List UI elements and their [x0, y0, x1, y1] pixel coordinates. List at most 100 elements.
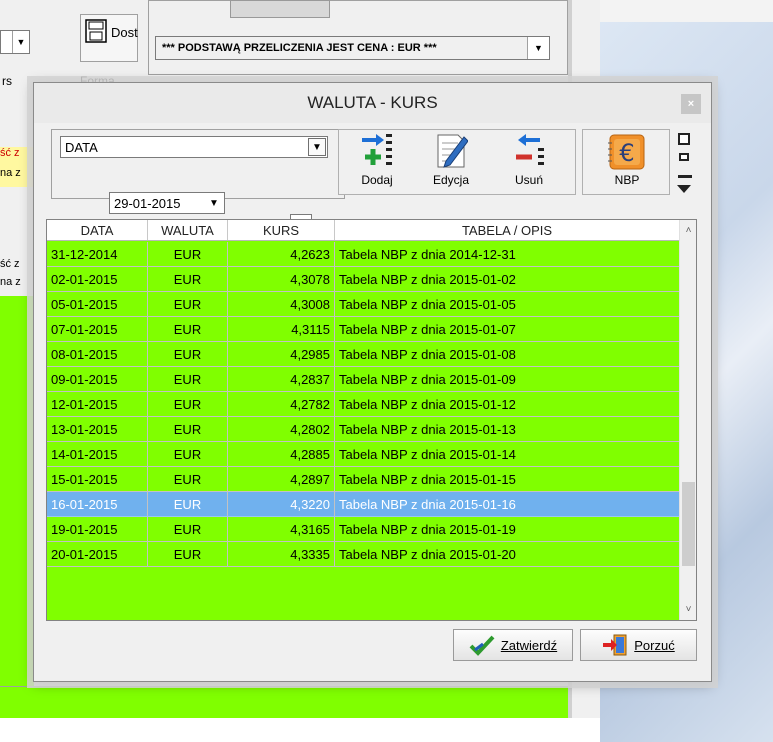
- cell-kurs: 4,3220: [228, 492, 335, 516]
- cell-kurs: 4,2782: [228, 392, 335, 416]
- currency-rate-dialog: WALUTA - KURS × DATA ▼ 29-01-2015 ▼ ▼: [33, 82, 712, 682]
- table-row[interactable]: 13-01-2015 EUR 4,2802 Tabela NBP z dnia 201…: [47, 417, 680, 442]
- cell-data: 20-01-2015: [47, 542, 148, 566]
- cell-opis: Tabela NBP z dnia 2015-01-19: [335, 517, 680, 541]
- price-basis-combo[interactable]: *** PODSTAWĄ PRZELICZENIA JEST CENA : EU…: [155, 36, 550, 60]
- cell-kurs: 4,3165: [228, 517, 335, 541]
- filter-field-combo[interactable]: DATA ▼: [60, 136, 328, 158]
- table-row[interactable]: 09-01-2015 EUR 4,2837 Tabela NBP z dnia 201…: [47, 367, 680, 392]
- price-basis-text: *** PODSTAWĄ PRZELICZENIA JEST CENA : EU…: [162, 42, 437, 54]
- cell-data: 08-01-2015: [47, 342, 148, 366]
- cell-waluta: EUR: [148, 242, 228, 266]
- edit-label: Edycja: [432, 173, 470, 187]
- table-row[interactable]: 15-01-2015 EUR 4,2897 Tabela NBP z dnia 201…: [47, 467, 680, 492]
- cell-opis: Tabela NBP z dnia 2015-01-02: [335, 267, 680, 291]
- divider: [0, 686, 568, 687]
- edit-button[interactable]: Edycja: [421, 130, 481, 192]
- rates-grid[interactable]: DATA WALUTA KURS TABELA / OPIS 31-12-201…: [46, 219, 697, 621]
- date-picker[interactable]: 29-01-2015 ▼: [109, 192, 225, 214]
- grid-scrollbar[interactable]: ˄ ˅: [679, 220, 696, 620]
- chevron-down-icon: ▼: [527, 37, 549, 59]
- cell-opis: Tabela NBP z dnia 2015-01-05: [335, 292, 680, 316]
- close-button[interactable]: ×: [681, 94, 701, 114]
- cell-opis: Tabela NBP z dnia 2015-01-14: [335, 442, 680, 466]
- dialog-title: WALUTA - KURS: [307, 93, 438, 112]
- cell-kurs: 4,2837: [228, 367, 335, 391]
- table-row[interactable]: 14-01-2015 EUR 4,2885 Tabela NBP z dnia 201…: [47, 442, 680, 467]
- grid-header: DATA WALUTA KURS TABELA / OPIS: [47, 220, 680, 241]
- filter-group: DATA ▼ 29-01-2015 ▼ ▼: [51, 129, 345, 236]
- cell-kurs: 4,2885: [228, 442, 335, 466]
- background-combo[interactable]: ▼: [0, 30, 30, 54]
- table-row[interactable]: 07-01-2015 EUR 4,3115 Tabela NBP z dnia 201…: [47, 317, 680, 342]
- table-row[interactable]: 05-01-2015 EUR 4,3008 Tabela NBP z dnia 201…: [47, 292, 680, 317]
- maximize-icon[interactable]: [678, 133, 690, 145]
- column-header[interactable]: DATA: [47, 220, 148, 240]
- cell-waluta: EUR: [148, 392, 228, 416]
- table-row[interactable]: 08-01-2015 EUR 4,2985 Tabela NBP z dnia 201…: [47, 342, 680, 367]
- table-row[interactable]: 02-01-2015 EUR 4,3078 Tabela NBP z dnia 201…: [47, 267, 680, 292]
- table-row[interactable]: 20-01-2015 EUR 4,3335 Tabela NBP z dnia 201…: [47, 542, 680, 567]
- cell-waluta: EUR: [148, 492, 228, 516]
- cell-data: 13-01-2015: [47, 417, 148, 441]
- cancel-label: Porzuć: [634, 637, 675, 653]
- date-value: 29-01-2015: [114, 195, 181, 211]
- cell-waluta: EUR: [148, 267, 228, 291]
- nbp-button[interactable]: € NBP: [595, 130, 659, 192]
- column-header[interactable]: KURS: [228, 220, 335, 240]
- nbp-label: NBP: [614, 173, 640, 187]
- chevron-down-icon: ▼: [308, 138, 326, 156]
- column-header[interactable]: WALUTA: [148, 220, 228, 240]
- cell-data: 16-01-2015: [47, 492, 148, 516]
- column-header[interactable]: TABELA / OPIS: [335, 220, 680, 240]
- cell-waluta: EUR: [148, 417, 228, 441]
- cell-data: 09-01-2015: [47, 367, 148, 391]
- action-toolbar: Dodaj Edycja Usuń: [338, 129, 576, 195]
- cell-opis: Tabela NBP z dnia 2015-01-20: [335, 542, 680, 566]
- table-row[interactable]: 16-01-2015 EUR 4,3220 Tabela NBP z dnia 201…: [47, 492, 680, 517]
- dost-button[interactable]: Dost: [80, 14, 138, 62]
- delete-button[interactable]: Usuń: [499, 130, 559, 192]
- cell-opis: Tabela NBP z dnia 2015-01-16: [335, 492, 680, 516]
- table-row[interactable]: 31-12-2014 EUR 4,2623 Tabela NBP z dnia 201…: [47, 242, 680, 267]
- minimize-icon[interactable]: [678, 175, 692, 178]
- svg-text:€: €: [619, 139, 634, 167]
- cell-opis: Tabela NBP z dnia 2015-01-07: [335, 317, 680, 341]
- chevron-up-icon[interactable]: ˄: [680, 222, 696, 239]
- cell-kurs: 4,3008: [228, 292, 335, 316]
- checkmark-icon: [469, 635, 495, 656]
- cell-data: 31-12-2014: [47, 242, 148, 266]
- nbp-euro-icon: €: [608, 134, 645, 170]
- cell-waluta: EUR: [148, 342, 228, 366]
- nbp-group: € NBP: [582, 129, 670, 195]
- edit-rate-icon: [437, 134, 468, 168]
- cell-data: 19-01-2015: [47, 517, 148, 541]
- table-row[interactable]: 19-01-2015 EUR 4,3165 Tabela NBP z dnia 201…: [47, 517, 680, 542]
- restore-icon[interactable]: [679, 153, 689, 161]
- close-icon: ×: [687, 98, 695, 110]
- cell-data: 12-01-2015: [47, 392, 148, 416]
- background-strip: [0, 718, 600, 742]
- cell-kurs: 4,3115: [228, 317, 335, 341]
- confirm-button[interactable]: Zatwierdź: [453, 629, 573, 661]
- delete-rate-icon: [516, 134, 544, 165]
- side-cell: ść z: [0, 147, 34, 167]
- exit-door-icon: [603, 634, 627, 656]
- chevron-down-icon: ▼: [12, 31, 29, 53]
- cancel-button[interactable]: Porzuć: [580, 629, 697, 661]
- cell-kurs: 4,2623: [228, 242, 335, 266]
- background-green-area: [0, 296, 34, 686]
- cell-opis: Tabela NBP z dnia 2014-12-31: [335, 242, 680, 266]
- delete-label: Usuń: [514, 173, 543, 187]
- table-row[interactable]: 12-01-2015 EUR 4,2782 Tabela NBP z dnia 201…: [47, 392, 680, 417]
- group-label: rs: [2, 74, 12, 88]
- add-rate-icon: [362, 134, 392, 165]
- add-button[interactable]: Dodaj: [347, 130, 407, 192]
- cell-waluta: EUR: [148, 367, 228, 391]
- side-cell: na z: [0, 167, 34, 187]
- cell-kurs: 4,3335: [228, 542, 335, 566]
- scroll-thumb[interactable]: [682, 482, 695, 566]
- chevron-down-icon[interactable]: ˅: [680, 601, 696, 618]
- dost-label: Dost: [111, 25, 138, 40]
- scroll-down-icon[interactable]: [677, 185, 691, 193]
